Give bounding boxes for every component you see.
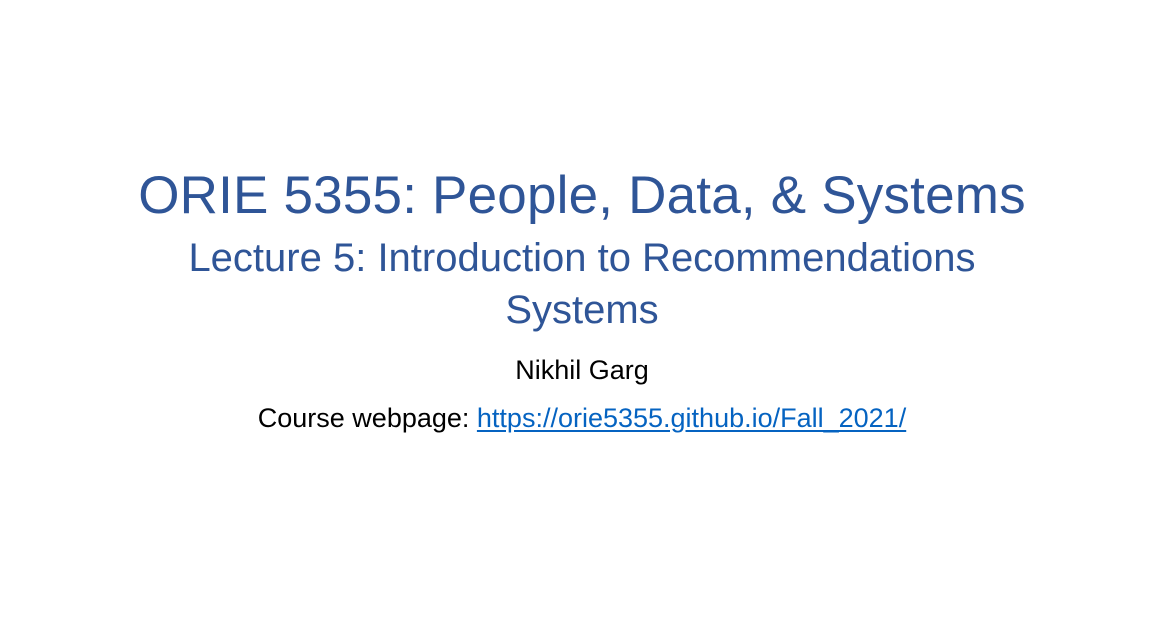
slide-subtitle: Lecture 5: Introduction to Recommendatio… — [188, 236, 976, 332]
author-name: Nikhil Garg — [515, 355, 649, 385]
slide-title: ORIE 5355: People, Data, & Systems — [138, 166, 1026, 225]
course-webpage-line: Course webpage: https://orie5355.github.… — [0, 400, 1164, 436]
course-webpage-link[interactable]: https://orie5355.github.io/Fall_2021/ — [477, 403, 906, 433]
course-webpage-label: Course webpage: — [257, 403, 477, 433]
author-block: Nikhil Garg Course webpage: https://orie… — [0, 352, 1164, 436]
title-block: ORIE 5355: People, Data, & Systems Lectu… — [0, 164, 1164, 336]
slide: ORIE 5355: People, Data, & Systems Lectu… — [0, 0, 1164, 640]
